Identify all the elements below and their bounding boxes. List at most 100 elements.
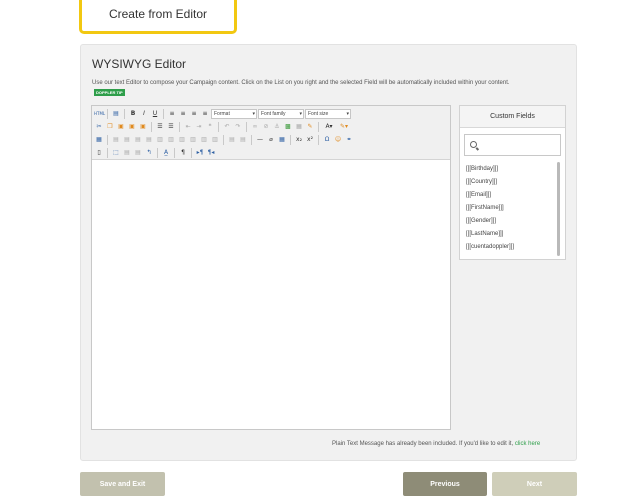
custom-field-item[interactable]: [[[FirstName]]]	[466, 202, 556, 215]
format-select[interactable]: Format	[211, 109, 257, 119]
toolbar-separator	[107, 109, 108, 119]
style-props-icon[interactable]: A̲	[161, 148, 171, 158]
remove-format-icon[interactable]: ⌀	[266, 135, 276, 145]
edit-html-icon[interactable]: ✎	[305, 122, 315, 132]
visual-aid-icon[interactable]: ▦	[277, 135, 287, 145]
image-icon[interactable]: ▩	[283, 122, 293, 132]
toolbar-separator	[251, 135, 252, 145]
table-icon[interactable]: ▦	[94, 135, 104, 145]
row-after-icon[interactable]: ▤	[238, 135, 248, 145]
toolbar-separator	[107, 148, 108, 158]
media-icon[interactable]: ⚭	[344, 135, 354, 145]
bold-button[interactable]: B	[128, 109, 138, 119]
bullet-list-icon[interactable]: ☰	[155, 122, 165, 132]
split-cells-icon[interactable]: ▥	[177, 135, 187, 145]
plain-text-message: Plain Text Message has already been incl…	[332, 441, 514, 447]
custom-field-item[interactable]: [[[LastName]]]	[466, 228, 556, 241]
align-right-icon[interactable]: ≡	[189, 109, 199, 119]
editor-toolbar: HTML ▤ B I U ≡ ≡ ≡ ≡ Format Font family …	[92, 106, 450, 160]
col-after-icon[interactable]: ▥	[199, 135, 209, 145]
col-before-icon[interactable]: ▥	[210, 135, 220, 145]
custom-field-item[interactable]: [[[cuentadoppler]]]	[466, 241, 556, 254]
toolbar-separator	[218, 122, 219, 132]
outdent-icon[interactable]: ⇤	[183, 122, 193, 132]
italic-button[interactable]: I	[139, 109, 149, 119]
anchor-icon[interactable]: ⚓	[272, 122, 282, 132]
row-props-icon[interactable]: ▤	[111, 135, 121, 145]
numbered-list-icon[interactable]: ☰	[166, 122, 176, 132]
cleanup-icon[interactable]: ▦	[294, 122, 304, 132]
align-justify-icon[interactable]: ≡	[200, 109, 210, 119]
visual-chars-icon[interactable]: ▤	[122, 148, 132, 158]
cell-props-icon[interactable]: ▤	[122, 135, 132, 145]
custom-field-item[interactable]: [[[Gender]]]	[466, 215, 556, 228]
toolbar-separator	[290, 135, 291, 145]
toolbar-separator	[151, 122, 152, 132]
superscript-icon[interactable]: x²	[305, 135, 315, 145]
undo-icon[interactable]: ↶	[222, 122, 232, 132]
link-icon[interactable]: ∞	[250, 122, 260, 132]
indent-icon[interactable]: ⇥	[194, 122, 204, 132]
toolbar-row-3: ▦ ▤ ▤ ▤ ▤ ▥ ▥ ▥ ▥ ▥ ▥ ▤ ▤ — ⌀ ▦ x₂ x² Ω …	[94, 134, 354, 146]
subscript-icon[interactable]: x₂	[294, 135, 304, 145]
custom-field-item[interactable]: [[[Country]]]	[466, 176, 556, 189]
horizontal-rule-icon[interactable]: —	[255, 135, 265, 145]
toolbar-separator	[318, 135, 319, 145]
template-icon[interactable]: ▤	[133, 148, 143, 158]
unlink-icon[interactable]: ⊘	[261, 122, 271, 132]
custom-field-item[interactable]: [[[Birthday]]]	[466, 163, 556, 176]
show-blocks-icon[interactable]: ¶	[178, 148, 188, 158]
previous-button[interactable]: Previous	[403, 472, 487, 496]
toolbar-separator	[191, 148, 192, 158]
panel-description: Use our text Editor to compose your Camp…	[92, 80, 510, 86]
emoticon-icon[interactable]: ☺	[333, 135, 343, 145]
background-color-icon[interactable]: ✎▾	[337, 122, 351, 132]
align-center-icon[interactable]: ≡	[178, 109, 188, 119]
paste-icon[interactable]: ▣	[116, 122, 126, 132]
paste-word-icon[interactable]: ▣	[138, 122, 148, 132]
toolbar-row-1: HTML ▤ B I U ≡ ≡ ≡ ≡ Format Font family …	[94, 108, 351, 120]
paste-text-icon[interactable]: ▣	[127, 122, 137, 132]
custom-fields-scrollbar[interactable]	[557, 162, 560, 256]
align-left-icon[interactable]: ≡	[167, 109, 177, 119]
text-color-icon[interactable]: A▾	[322, 122, 336, 132]
toolbar-separator	[163, 109, 164, 119]
delete-col-icon[interactable]: ▥	[166, 135, 176, 145]
merge-cells-icon[interactable]: ▥	[188, 135, 198, 145]
font-family-select[interactable]: Font family	[258, 109, 304, 119]
doppler-tip-badge[interactable]: DOPPLER TIP	[94, 89, 125, 96]
cut-icon[interactable]: ✂	[94, 122, 104, 132]
editor-panel: WYSIWYG Editor Use our text Editor to co…	[80, 44, 577, 461]
click-here-link[interactable]: click here	[515, 441, 540, 447]
delete-row-icon[interactable]: ▤	[144, 135, 154, 145]
plain-text-notice: Plain Text Message has already been incl…	[332, 441, 540, 447]
underline-button[interactable]: U	[150, 109, 160, 119]
next-button[interactable]: Next	[492, 472, 577, 496]
insert-row-icon[interactable]: ▤	[133, 135, 143, 145]
font-size-select[interactable]: Font size	[305, 109, 351, 119]
new-document-icon[interactable]: ▤	[111, 109, 121, 119]
save-and-exit-button[interactable]: Save and Exit	[80, 472, 165, 496]
ltr-icon[interactable]: ▸¶	[195, 148, 205, 158]
custom-fields-search[interactable]	[464, 134, 561, 156]
rtl-icon[interactable]: ¶◂	[206, 148, 216, 158]
toolbar-separator	[223, 135, 224, 145]
special-char-icon[interactable]: Ω	[322, 135, 332, 145]
toolbar-row-4: ▯ ⬚ ▤ ▤ ↰ A̲ ¶ ▸¶ ¶◂	[94, 147, 216, 159]
toolbar-separator	[157, 148, 158, 158]
custom-fields-search-input[interactable]	[481, 137, 557, 153]
toolbar-separator	[318, 122, 319, 132]
insert-layer-icon[interactable]: ↰	[144, 148, 154, 158]
custom-field-item[interactable]: [[[Email]]]	[466, 189, 556, 202]
html-source-button[interactable]: HTML	[94, 109, 105, 119]
select-all-icon[interactable]: ⬚	[111, 148, 121, 158]
insert-col-icon[interactable]: ▥	[155, 135, 165, 145]
editor-content-area[interactable]	[92, 161, 450, 429]
row-before-icon[interactable]: ▤	[227, 135, 237, 145]
new-page-icon[interactable]: ▯	[94, 148, 104, 158]
wysiwyg-editor: HTML ▤ B I U ≡ ≡ ≡ ≡ Format Font family …	[91, 105, 451, 430]
create-from-editor-tab[interactable]: Create from Editor	[79, 0, 237, 34]
blockquote-icon[interactable]: ❝	[205, 122, 215, 132]
copy-icon[interactable]: ❐	[105, 122, 115, 132]
redo-icon[interactable]: ↷	[233, 122, 243, 132]
